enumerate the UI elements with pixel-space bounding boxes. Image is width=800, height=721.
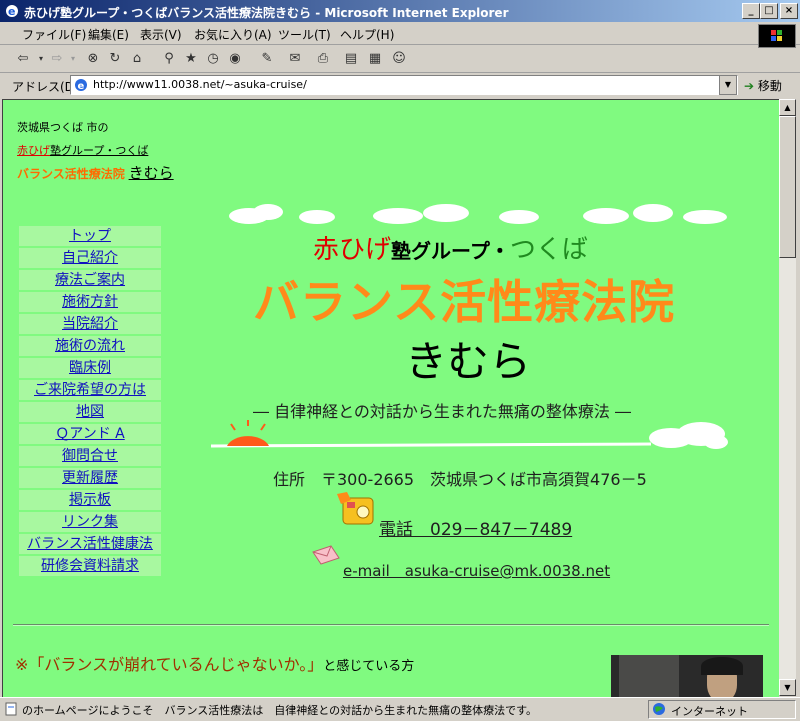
envelope-icon [312, 545, 340, 565]
page-viewport[interactable]: 茨城県つくば 市の 赤ひげ塾グループ・つくば バランス活性療法院 きむら トップ… [2, 99, 779, 697]
page-status-icon [5, 702, 17, 716]
nav-visit[interactable]: ご来院希望の方は [19, 380, 161, 400]
nav-links[interactable]: リンク集 [19, 512, 161, 532]
heading-group: 塾グループ・ [391, 239, 510, 263]
intro-kimura: きむら [128, 164, 174, 182]
page-icon: e [75, 79, 87, 92]
menu-edit[interactable]: 編集(E) [88, 26, 129, 43]
nav-policy[interactable]: 施術方針 [19, 292, 161, 312]
status-text: のホームページにようこそ バランス活性療法は 自律神経との対話から生まれた無痛の… [22, 704, 538, 717]
nav-seminar-request[interactable]: 研修会資料請求 [19, 556, 161, 576]
nav-map[interactable]: 地図 [19, 402, 161, 422]
menu-view[interactable]: 表示(V) [140, 26, 182, 43]
address-url: http://www11.0038.net/~asuka-cruise/ [93, 78, 307, 91]
title-bar: e 赤ひげ塾グループ・つくばバランス活性療法院きむら - Microsoft I… [0, 0, 800, 22]
standard-toolbar: ⇦ ▾ ⇨ ▾ ⊗ ↻ ⌂ ⚲ ★ ◷ ◉ ✎ ✉ ⎙ ▤ ▦ ☺ [0, 46, 800, 73]
windows-logo-icon [758, 24, 796, 48]
heading-kimura: きむら [405, 337, 532, 386]
intro-line-1: 茨城県つくば 市の [17, 121, 109, 134]
intro-red-link[interactable]: 赤ひげ [17, 144, 50, 157]
refresh-icon[interactable]: ↻ [106, 50, 124, 68]
nav-contact[interactable]: 御問合せ [19, 446, 161, 466]
address-label: アドレス(D) [12, 80, 79, 94]
quote-line: ※「バランスが崩れているんじゃないか。」と感じている方 [15, 651, 414, 675]
history-icon[interactable]: ◷ [204, 50, 222, 68]
address-input[interactable]: e http://www11.0038.net/~asuka-cruise/ [70, 75, 738, 95]
nav-update-history[interactable]: 更新履歴 [19, 468, 161, 488]
close-button[interactable]: × [780, 3, 798, 19]
svg-text:e: e [78, 81, 85, 92]
globe-icon [653, 703, 665, 715]
window-title: 赤ひげ塾グループ・つくばバランス活性療法院きむら - Microsoft Int… [24, 6, 509, 20]
ie-logo-icon: e [6, 5, 18, 18]
phone-link[interactable]: 電話 029－847－7489 [379, 515, 572, 540]
divider [13, 624, 769, 626]
word-icon[interactable]: ▦ [366, 50, 384, 68]
mail-icon[interactable]: ✉ [286, 50, 304, 68]
nav-self-intro[interactable]: 自己紹介 [19, 248, 161, 268]
vertical-scrollbar[interactable]: ▲ ▼ [779, 99, 796, 696]
nav-qa[interactable]: Ｑアンド A [19, 424, 161, 444]
menu-help[interactable]: ヘルプ(H) [340, 26, 394, 43]
menu-bar: ファイル(F) 編集(E) 表示(V) お気に入り(A) ツール(T) ヘルプ(… [0, 22, 800, 45]
favorites-icon[interactable]: ★ [182, 50, 200, 68]
stop-icon[interactable]: ⊗ [84, 50, 102, 68]
clinic-photo [611, 655, 763, 697]
go-arrow-icon: ➔ [744, 79, 755, 93]
edit-icon[interactable]: ✎ [258, 50, 276, 68]
quote-highlight: ※「バランスが崩れているんじゃないか。」 [15, 655, 324, 674]
forward-dropdown-icon[interactable]: ▾ [64, 50, 82, 68]
email-link[interactable]: e-mail asuka-cruise@mk.0038.net [343, 560, 610, 581]
back-icon[interactable]: ⇦ [14, 50, 32, 68]
intro-line-3: バランス活性療法院 きむら [17, 162, 174, 183]
messenger-icon[interactable]: ☺ [390, 50, 408, 68]
home-icon[interactable]: ⌂ [128, 50, 146, 68]
intro-clinic-name: バランス活性療法院 [17, 167, 125, 181]
go-label: 移動 [757, 79, 782, 93]
clinic-address: 住所 〒300-2665 茨城県つくば市高須賀476－5 [273, 470, 647, 489]
nav-top[interactable]: トップ [19, 226, 161, 246]
address-dropdown-icon[interactable]: ▼ [719, 75, 737, 95]
heading-tsukuba: つくば [509, 235, 588, 265]
nav-clinic-intro[interactable]: 当院紹介 [19, 314, 161, 334]
nav-health-method[interactable]: バランス活性健康法 [19, 534, 161, 554]
media-icon[interactable]: ◉ [226, 50, 244, 68]
svg-text:e: e [8, 5, 15, 18]
nav-bbs[interactable]: 掲示板 [19, 490, 161, 510]
zone-label: インターネット [671, 705, 748, 718]
scroll-up-icon[interactable]: ▲ [779, 99, 796, 116]
sidebar-nav: トップ 自己紹介 療法ご案内 施術方針 当院紹介 施術の流れ 臨床例 ご来院希望… [19, 226, 161, 578]
nav-treatment-flow[interactable]: 施術の流れ [19, 336, 161, 356]
scroll-thumb[interactable] [779, 116, 796, 258]
address-bar: アドレス(D) e http://www11.0038.net/~asuka-c… [0, 73, 800, 97]
nav-clinical-cases[interactable]: 臨床例 [19, 358, 161, 378]
search-icon[interactable]: ⚲ [160, 50, 178, 68]
status-bar: のホームページにようこそ バランス活性療法は 自律神経との対話から生まれた無痛の… [0, 697, 800, 721]
security-zone: インターネット [648, 700, 796, 719]
nav-therapy-guide[interactable]: 療法ご案内 [19, 270, 161, 290]
intro-line-2: 赤ひげ塾グループ・つくば [17, 142, 148, 158]
heading-group-line: 赤ひげ塾グループ・つくば [313, 229, 588, 266]
intro-group-text: 塾グループ・つくば [50, 144, 149, 157]
maximize-button[interactable]: □ [760, 3, 778, 19]
quote-rest: と感じている方 [323, 659, 415, 674]
menu-tools[interactable]: ツール(T) [278, 26, 331, 43]
heading-clinic-name: バランス活性療法院 [253, 275, 676, 329]
heading-red: 赤ひげ [313, 235, 392, 265]
minimize-button[interactable]: _ [742, 3, 760, 19]
telephone-icon [337, 492, 374, 525]
scroll-down-icon[interactable]: ▼ [779, 679, 796, 696]
print-icon[interactable]: ⎙ [314, 50, 332, 68]
menu-favorites[interactable]: お気に入り(A) [194, 26, 272, 43]
go-button[interactable]: ➔ 移動 [744, 77, 782, 94]
menu-file[interactable]: ファイル(F) [22, 26, 86, 43]
discuss-icon[interactable]: ▤ [342, 50, 360, 68]
